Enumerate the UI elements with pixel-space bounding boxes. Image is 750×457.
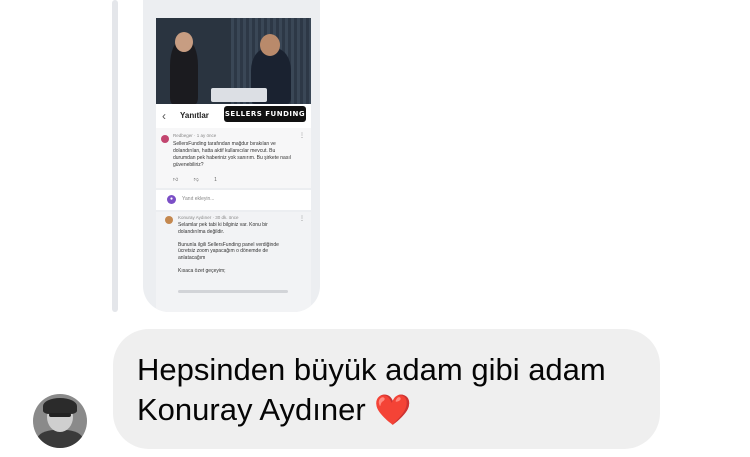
message-line-1: Hepsinden büyük adam gibi adam: [137, 352, 606, 387]
thread-reply-line: [112, 0, 118, 312]
comment-text: Selamlar pek tabi ki bilginiz var. Konu …: [178, 222, 279, 274]
comment: Redbeger · 1 ay önce SellersFunding tara…: [156, 128, 311, 188]
user-avatar-icon: ●: [167, 195, 176, 204]
reply-input[interactable]: ● Yanıt ekleyin...: [156, 190, 311, 210]
like-icon[interactable]: 👍︎: [173, 177, 178, 183]
message-line-2: Konuray Aydıner: [137, 392, 366, 427]
brand-badge: SELLERS FUNDING: [224, 106, 306, 122]
more-icon[interactable]: ⋮: [299, 132, 305, 139]
comment-meta: Konuray Aydıner · 30 dk. önce: [178, 215, 239, 220]
message-text: Hepsinden büyük adam gibi adam Konuray A…: [137, 350, 606, 431]
avatar: [161, 135, 169, 143]
heart-emoji-icon: ❤️: [374, 393, 412, 428]
video-thumbnail: [156, 18, 311, 104]
more-icon[interactable]: ⋮: [299, 215, 305, 222]
message-bubble[interactable]: Hepsinden büyük adam gibi adam Konuray A…: [113, 329, 660, 449]
comment-text: SellersFunding tarafından mağdur bırakıl…: [173, 141, 291, 168]
shared-screenshot[interactable]: ‹ Yanıtlar SELLERS FUNDING Redbeger · 1 …: [143, 0, 320, 312]
avatar: [165, 216, 173, 224]
comment: Konuray Aydıner · 30 dk. önce Selamlar p…: [156, 212, 311, 312]
back-icon[interactable]: ‹: [162, 109, 166, 123]
laptop: [211, 88, 267, 102]
dislike-icon[interactable]: 👎︎: [194, 177, 199, 183]
replies-header: ‹ Yanıtlar SELLERS FUNDING: [156, 104, 311, 128]
reply-placeholder: Yanıt ekleyin...: [182, 196, 215, 202]
reply-count[interactable]: 1: [214, 177, 217, 183]
sender-avatar[interactable]: [33, 394, 87, 448]
comment-meta: Redbeger · 1 ay önce: [173, 133, 217, 138]
replies-title: Yanıtlar: [180, 111, 209, 120]
